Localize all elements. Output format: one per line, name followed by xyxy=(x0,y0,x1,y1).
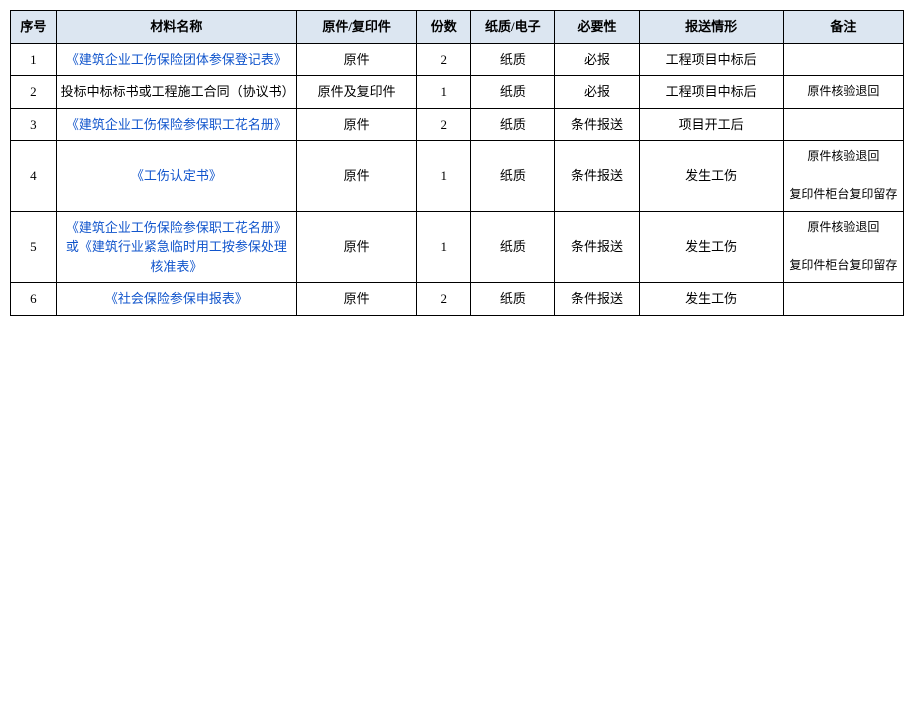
cell-original: 原件 xyxy=(297,211,417,283)
cell-name[interactable]: 《社会保险参保申报表》 xyxy=(56,283,296,316)
cell-report: 项目开工后 xyxy=(639,108,783,141)
cell-notes xyxy=(783,283,903,316)
cell-copies: 1 xyxy=(417,76,471,109)
cell-copies: 2 xyxy=(417,43,471,76)
header-name: 材料名称 xyxy=(56,11,296,44)
header-paper: 纸质/电子 xyxy=(471,11,555,44)
cell-copies: 1 xyxy=(417,211,471,283)
cell-seq: 1 xyxy=(11,43,57,76)
cell-required: 条件报送 xyxy=(555,211,639,283)
table-body: 1《建筑企业工伤保险团体参保登记表》原件2纸质必报工程项目中标后2投标中标标书或… xyxy=(11,43,904,315)
cell-notes: 原件核验退回 复印件柜台复印留存 xyxy=(783,141,903,212)
cell-seq: 5 xyxy=(11,211,57,283)
cell-name[interactable]: 《建筑企业工伤保险团体参保登记表》 xyxy=(56,43,296,76)
cell-paper: 纸质 xyxy=(471,43,555,76)
cell-required: 必报 xyxy=(555,76,639,109)
cell-paper: 纸质 xyxy=(471,283,555,316)
cell-paper: 纸质 xyxy=(471,211,555,283)
table-row: 4《工伤认定书》原件1纸质条件报送发生工伤原件核验退回 复印件柜台复印留存 xyxy=(11,141,904,212)
cell-copies: 2 xyxy=(417,108,471,141)
cell-original: 原件 xyxy=(297,141,417,212)
cell-notes: 原件核验退回 xyxy=(783,76,903,109)
header-required: 必要性 xyxy=(555,11,639,44)
data-table: 序号 材料名称 原件/复印件 份数 纸质/电子 必要性 报送情形 备注 1《建筑… xyxy=(10,10,904,316)
cell-required: 条件报送 xyxy=(555,141,639,212)
cell-report: 工程项目中标后 xyxy=(639,43,783,76)
table-row: 6《社会保险参保申报表》原件2纸质条件报送发生工伤 xyxy=(11,283,904,316)
cell-paper: 纸质 xyxy=(471,76,555,109)
cell-notes xyxy=(783,43,903,76)
cell-original: 原件 xyxy=(297,108,417,141)
header-report: 报送情形 xyxy=(639,11,783,44)
table-row: 2投标中标标书或工程施工合同（协议书）原件及复印件1纸质必报工程项目中标后原件核… xyxy=(11,76,904,109)
cell-copies: 2 xyxy=(417,283,471,316)
header-seq: 序号 xyxy=(11,11,57,44)
cell-seq: 4 xyxy=(11,141,57,212)
cell-paper: 纸质 xyxy=(471,141,555,212)
table-row: 5《建筑企业工伤保险参保职工花名册》或《建筑行业紧急临时用工按参保处理核准表》原… xyxy=(11,211,904,283)
cell-name: 投标中标标书或工程施工合同（协议书） xyxy=(56,76,296,109)
cell-report: 发生工伤 xyxy=(639,211,783,283)
cell-report: 发生工伤 xyxy=(639,283,783,316)
header-original: 原件/复印件 xyxy=(297,11,417,44)
cell-notes xyxy=(783,108,903,141)
header-notes: 备注 xyxy=(783,11,903,44)
cell-name[interactable]: 《工伤认定书》 xyxy=(56,141,296,212)
cell-seq: 3 xyxy=(11,108,57,141)
cell-report: 工程项目中标后 xyxy=(639,76,783,109)
cell-seq: 6 xyxy=(11,283,57,316)
cell-required: 条件报送 xyxy=(555,283,639,316)
cell-original: 原件 xyxy=(297,283,417,316)
cell-original: 原件 xyxy=(297,43,417,76)
cell-name[interactable]: 《建筑企业工伤保险参保职工花名册》 xyxy=(56,108,296,141)
header-row: 序号 材料名称 原件/复印件 份数 纸质/电子 必要性 报送情形 备注 xyxy=(11,11,904,44)
cell-report: 发生工伤 xyxy=(639,141,783,212)
cell-required: 条件报送 xyxy=(555,108,639,141)
cell-notes: 原件核验退回 复印件柜台复印留存 xyxy=(783,211,903,283)
cell-paper: 纸质 xyxy=(471,108,555,141)
cell-copies: 1 xyxy=(417,141,471,212)
cell-required: 必报 xyxy=(555,43,639,76)
table-row: 1《建筑企业工伤保险团体参保登记表》原件2纸质必报工程项目中标后 xyxy=(11,43,904,76)
cell-seq: 2 xyxy=(11,76,57,109)
main-table-container: 序号 材料名称 原件/复印件 份数 纸质/电子 必要性 报送情形 备注 1《建筑… xyxy=(10,10,904,316)
header-copies: 份数 xyxy=(417,11,471,44)
table-row: 3《建筑企业工伤保险参保职工花名册》原件2纸质条件报送项目开工后 xyxy=(11,108,904,141)
cell-name[interactable]: 《建筑企业工伤保险参保职工花名册》或《建筑行业紧急临时用工按参保处理核准表》 xyxy=(56,211,296,283)
cell-original: 原件及复印件 xyxy=(297,76,417,109)
